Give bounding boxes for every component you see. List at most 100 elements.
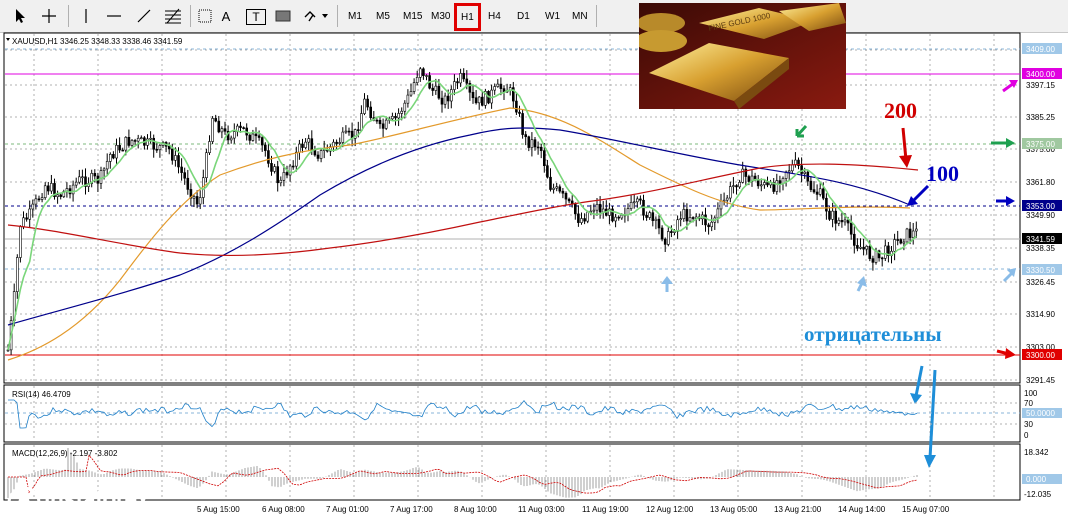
candle-body: [812, 189, 816, 193]
candle-body: [384, 119, 388, 129]
candle-body: [205, 152, 208, 179]
dotted-box-icon[interactable]: [196, 6, 214, 26]
candle-body: [518, 111, 521, 114]
candle-body: [102, 168, 106, 171]
price-chart[interactable]: 3409.00 3397.15 3385.25 3375.00 3361.80 3349.…: [0, 32, 1068, 527]
candle-body: [415, 77, 419, 83]
candle-body: [124, 136, 128, 151]
candle-body: [22, 217, 25, 228]
candle-body: [558, 186, 562, 192]
crosshair-icon[interactable]: [38, 6, 60, 26]
rsi-label: RSI(14) 46.4709: [12, 390, 71, 399]
candle-body: [843, 219, 847, 223]
candle-body: [546, 165, 549, 178]
price-axis: 3409.00 3397.15 3385.25 3375.00 3361.80 3349.…: [1026, 46, 1055, 385]
candle-body: [319, 150, 323, 159]
candle-body: [152, 137, 155, 150]
candle-body: [366, 98, 369, 108]
rsi-axis-100: 100: [1024, 389, 1038, 398]
candle-body: [363, 98, 366, 114]
timeframe-d1[interactable]: D1: [515, 6, 532, 26]
instaforex-logo-icon: [7, 486, 41, 520]
candle-body: [28, 208, 32, 220]
timeframe-h1[interactable]: H1: [454, 3, 481, 31]
candle-body: [552, 187, 555, 190]
candle-body: [477, 96, 481, 104]
rectangle-icon[interactable]: [274, 6, 292, 26]
candle-body: [263, 144, 267, 151]
candle-body: [127, 136, 131, 146]
candle-body: [738, 182, 741, 188]
candle-body: [871, 258, 875, 263]
fibonacci-icon[interactable]: [162, 6, 184, 26]
candle-body: [639, 198, 642, 201]
candle-body: [267, 150, 270, 164]
text-label-icon[interactable]: T: [246, 9, 266, 25]
time-axis-label: 8 Aug 10:00: [454, 505, 497, 514]
gold-bars-image: FINE GOLD 1000: [639, 3, 846, 109]
timeframe-mn[interactable]: MN: [570, 6, 590, 26]
price-axis-label: 3291.45: [1026, 376, 1055, 385]
timeframe-m1[interactable]: M1: [346, 6, 364, 26]
candle-body: [834, 210, 838, 224]
candle-body: [577, 213, 580, 223]
time-axis: 5 Aug 15:00 6 Aug 08:00 7 Aug 01:00 7 Aug 1…: [197, 505, 950, 514]
candle-body: [443, 95, 447, 105]
price-axis-label: 3361.80: [1026, 178, 1055, 187]
candle-body: [105, 161, 109, 170]
time-axis-label: 11 Aug 19:00: [582, 505, 629, 514]
candle-body: [790, 164, 794, 172]
time-axis-label: 7 Aug 01:00: [326, 505, 369, 514]
horizontal-line-icon[interactable]: [104, 6, 124, 26]
text-icon[interactable]: A: [218, 6, 234, 26]
candle-body: [446, 95, 450, 102]
candle-body: [524, 134, 528, 138]
candle-body: [536, 146, 540, 149]
timeframe-h4[interactable]: H4: [486, 6, 503, 26]
candle-body: [56, 194, 59, 198]
candle-body: [418, 68, 422, 78]
price-axis-label: 3385.25: [1026, 113, 1055, 122]
candle-body: [167, 145, 171, 150]
candle-body: [914, 228, 918, 232]
price-tag-3409-text: 3409.00: [1026, 45, 1055, 54]
macd-label: MACD(12,26,9) -2.197 -3.802: [12, 449, 118, 458]
candle-body: [735, 185, 738, 188]
candle-body: [15, 257, 19, 292]
candle-body: [815, 191, 819, 195]
candle-body: [307, 138, 311, 143]
macd-axis-top: 18.342: [1024, 448, 1049, 457]
candle-body: [629, 202, 633, 209]
candle-body: [242, 127, 245, 129]
timeframe-w1[interactable]: W1: [543, 6, 562, 26]
candle-body: [313, 150, 317, 156]
rsi-axis-70: 70: [1024, 399, 1033, 408]
candle-body: [347, 130, 351, 133]
candle-body: [298, 143, 301, 153]
price-axis-label: 3314.90: [1026, 310, 1055, 319]
candle-body: [195, 196, 199, 205]
candle-body: [19, 226, 22, 258]
candle-body: [93, 173, 97, 177]
candle-body: [685, 209, 689, 222]
timeframe-m30[interactable]: M30: [429, 6, 452, 26]
candle-body: [270, 163, 273, 172]
annotation-200: 200: [884, 98, 917, 123]
candle-body: [273, 166, 276, 172]
cursor-icon[interactable]: [10, 6, 30, 26]
candle-body: [561, 190, 565, 194]
candle-body: [480, 96, 484, 106]
candle-body: [719, 200, 723, 210]
price-tag-current-text: 3341.59: [1026, 235, 1055, 244]
candle-body: [521, 113, 524, 135]
candle-body: [158, 145, 162, 151]
trendline-icon[interactable]: [134, 6, 154, 26]
candle-body: [555, 186, 559, 189]
candle-body: [233, 131, 236, 139]
timeframe-m5[interactable]: M5: [374, 6, 392, 26]
price-axis-label: 3338.35: [1026, 244, 1055, 253]
candle-body: [803, 171, 807, 174]
vertical-line-icon[interactable]: [78, 6, 94, 26]
shapes-icon[interactable]: [302, 6, 330, 26]
timeframe-m15[interactable]: M15: [401, 6, 424, 26]
